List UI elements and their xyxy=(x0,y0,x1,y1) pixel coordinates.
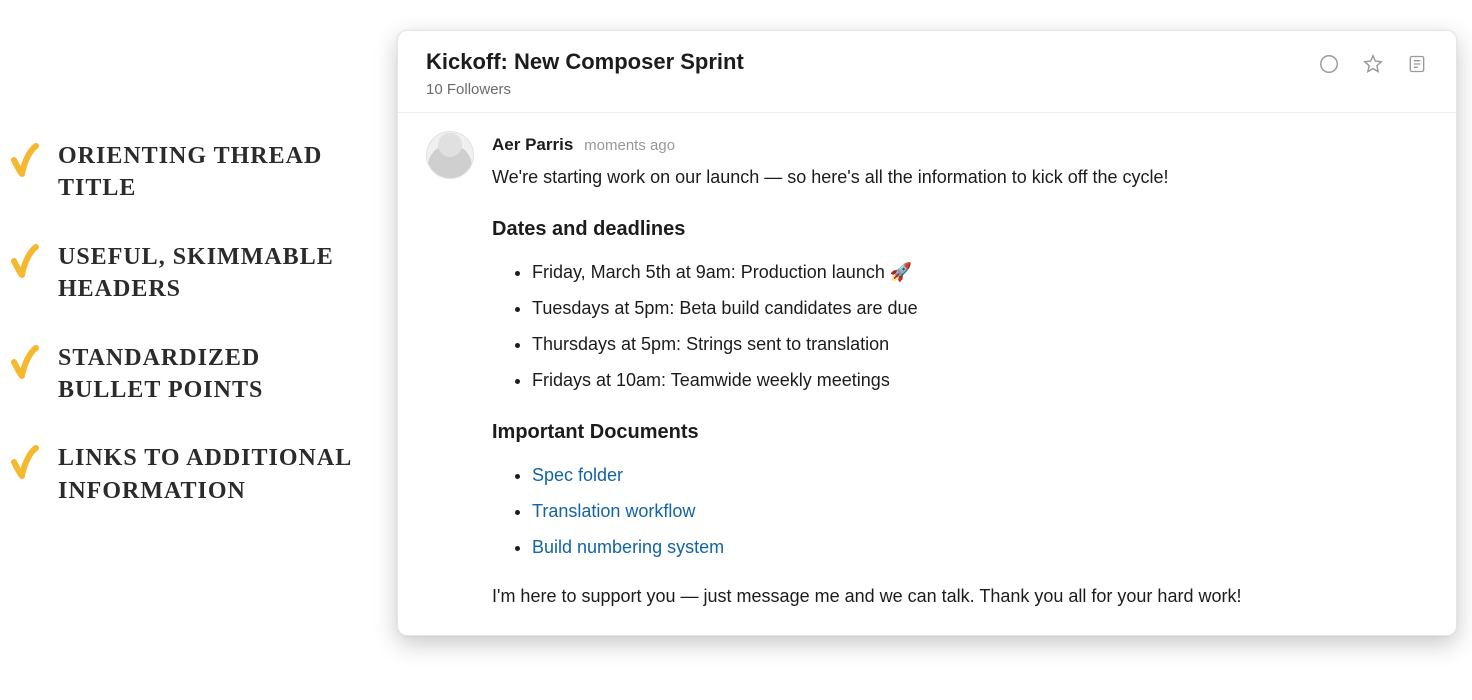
annotation-item: Useful, skimmable headers xyxy=(10,241,370,306)
list-item: Fridays at 10am: Teamwide weekly meeting… xyxy=(532,367,1428,395)
thread-body: Aer Parris moments ago We're starting wo… xyxy=(398,113,1456,635)
dates-list: Friday, March 5th at 9am: Production lau… xyxy=(492,259,1428,395)
check-icon xyxy=(10,142,40,183)
thread-title: Kickoff: New Composer Sprint xyxy=(426,49,744,75)
list-item: Friday, March 5th at 9am: Production lau… xyxy=(532,259,1428,287)
check-icon xyxy=(10,243,40,284)
docs-list: Spec folder Translation workflow Build n… xyxy=(492,462,1428,562)
author-avatar[interactable] xyxy=(426,131,474,179)
annotations-list: Orienting thread title Useful, skimmable… xyxy=(10,140,370,543)
closing-text: I'm here to support you — just message m… xyxy=(492,583,1428,611)
check-icon xyxy=(10,344,40,385)
header-actions xyxy=(1318,53,1428,75)
list-item: Translation workflow xyxy=(532,498,1428,526)
check-icon xyxy=(10,444,40,485)
annotation-text: Standardized bullet points xyxy=(58,342,370,407)
annotation-text: Links to additional information xyxy=(58,442,370,507)
star-icon[interactable] xyxy=(1362,53,1384,75)
intro-text: We're starting work on our launch — so h… xyxy=(492,164,1428,192)
annotation-item: Orienting thread title xyxy=(10,140,370,205)
list-item: Thursdays at 5pm: Strings sent to transl… xyxy=(532,331,1428,359)
annotation-item: Links to additional information xyxy=(10,442,370,507)
section-heading-dates: Dates and deadlines xyxy=(492,214,1428,245)
document-icon[interactable] xyxy=(1406,53,1428,75)
author-name[interactable]: Aer Parris xyxy=(492,135,573,154)
post-timestamp: moments ago xyxy=(584,137,675,154)
annotation-item: Standardized bullet points xyxy=(10,342,370,407)
list-item: Build numbering system xyxy=(532,534,1428,562)
doc-link[interactable]: Build numbering system xyxy=(532,537,724,557)
doc-link[interactable]: Spec folder xyxy=(532,465,623,485)
post-content: Aer Parris moments ago We're starting wo… xyxy=(492,131,1428,611)
thread-card: Kickoff: New Composer Sprint 10 Follower… xyxy=(397,30,1457,636)
circle-icon[interactable] xyxy=(1318,53,1340,75)
list-item: Spec folder xyxy=(532,462,1428,490)
list-item: Tuesdays at 5pm: Beta build candidates a… xyxy=(532,295,1428,323)
followers-count[interactable]: 10 Followers xyxy=(426,81,744,98)
post-meta: Aer Parris moments ago xyxy=(492,131,1428,158)
annotation-text: Useful, skimmable headers xyxy=(58,241,370,306)
header-left: Kickoff: New Composer Sprint 10 Follower… xyxy=(426,49,744,98)
section-heading-docs: Important Documents xyxy=(492,417,1428,448)
annotation-text: Orienting thread title xyxy=(58,140,370,205)
doc-link[interactable]: Translation workflow xyxy=(532,501,695,521)
thread-header: Kickoff: New Composer Sprint 10 Follower… xyxy=(398,31,1456,113)
